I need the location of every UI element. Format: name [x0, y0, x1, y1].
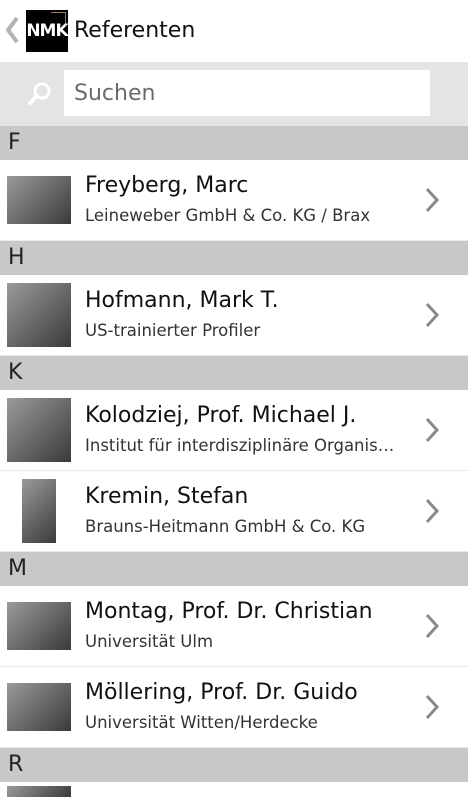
speaker-affiliation: Universität Ulm	[85, 632, 214, 651]
speaker-photo	[7, 602, 71, 650]
list-item[interactable]: Hofmann, Mark T. US-trainierter Profiler	[0, 275, 468, 356]
speaker-photo	[7, 283, 71, 347]
logo-decoration	[51, 12, 66, 27]
speaker-affiliation: Institut für interdisziplinäre Organisat…	[85, 436, 403, 455]
search-bar	[0, 62, 468, 126]
speaker-affiliation: US-trainierter Profiler	[85, 321, 261, 340]
list-item[interactable]: Möllering, Prof. Dr. Guido Universität W…	[0, 667, 468, 748]
speaker-name: Freyberg, Marc	[85, 173, 249, 198]
chevron-right-icon	[424, 497, 440, 525]
section-header-f: F	[0, 126, 468, 160]
chevron-right-icon	[424, 693, 440, 721]
speaker-photo	[22, 479, 56, 543]
list-item[interactable]	[0, 782, 468, 797]
speaker-photo	[7, 683, 71, 731]
speaker-name: Montag, Prof. Dr. Christian	[85, 599, 373, 624]
section-header-r: R	[0, 748, 468, 782]
speaker-affiliation: Brauns-Heitmann GmbH & Co. KG	[85, 517, 366, 536]
speaker-name: Kremin, Stefan	[85, 484, 249, 509]
speaker-affiliation: Universität Witten/Herdecke	[85, 713, 318, 732]
list-item[interactable]: Freyberg, Marc Leineweber GmbH & Co. KG …	[0, 160, 468, 241]
speaker-name: Hofmann, Mark T.	[85, 288, 279, 313]
search-input[interactable]	[64, 70, 430, 116]
back-chevron-icon[interactable]	[4, 14, 20, 46]
list-item[interactable]: Kolodziej, Prof. Michael J. Institut für…	[0, 390, 468, 471]
list-item[interactable]: Montag, Prof. Dr. Christian Universität …	[0, 586, 468, 667]
list-item[interactable]: Kremin, Stefan Brauns-Heitmann GmbH & Co…	[0, 471, 468, 552]
speaker-photo	[7, 398, 71, 462]
chevron-right-icon	[424, 186, 440, 214]
section-header-m: M	[0, 552, 468, 586]
section-header-k: K	[0, 356, 468, 390]
speaker-photo	[7, 786, 71, 797]
section-header-h: H	[0, 241, 468, 275]
page-title: Referenten	[74, 18, 196, 43]
app-logo[interactable]: NMK	[26, 10, 69, 52]
chevron-right-icon	[424, 301, 440, 329]
search-icon	[28, 82, 52, 106]
speaker-name: Kolodziej, Prof. Michael J.	[85, 403, 357, 428]
speaker-name: Möllering, Prof. Dr. Guido	[85, 680, 358, 705]
chevron-right-icon	[424, 612, 440, 640]
top-bar: NMK Referenten	[0, 0, 468, 62]
speaker-photo	[7, 176, 71, 224]
speaker-affiliation: Leineweber GmbH & Co. KG / Brax	[85, 206, 371, 225]
chevron-right-icon	[424, 416, 440, 444]
